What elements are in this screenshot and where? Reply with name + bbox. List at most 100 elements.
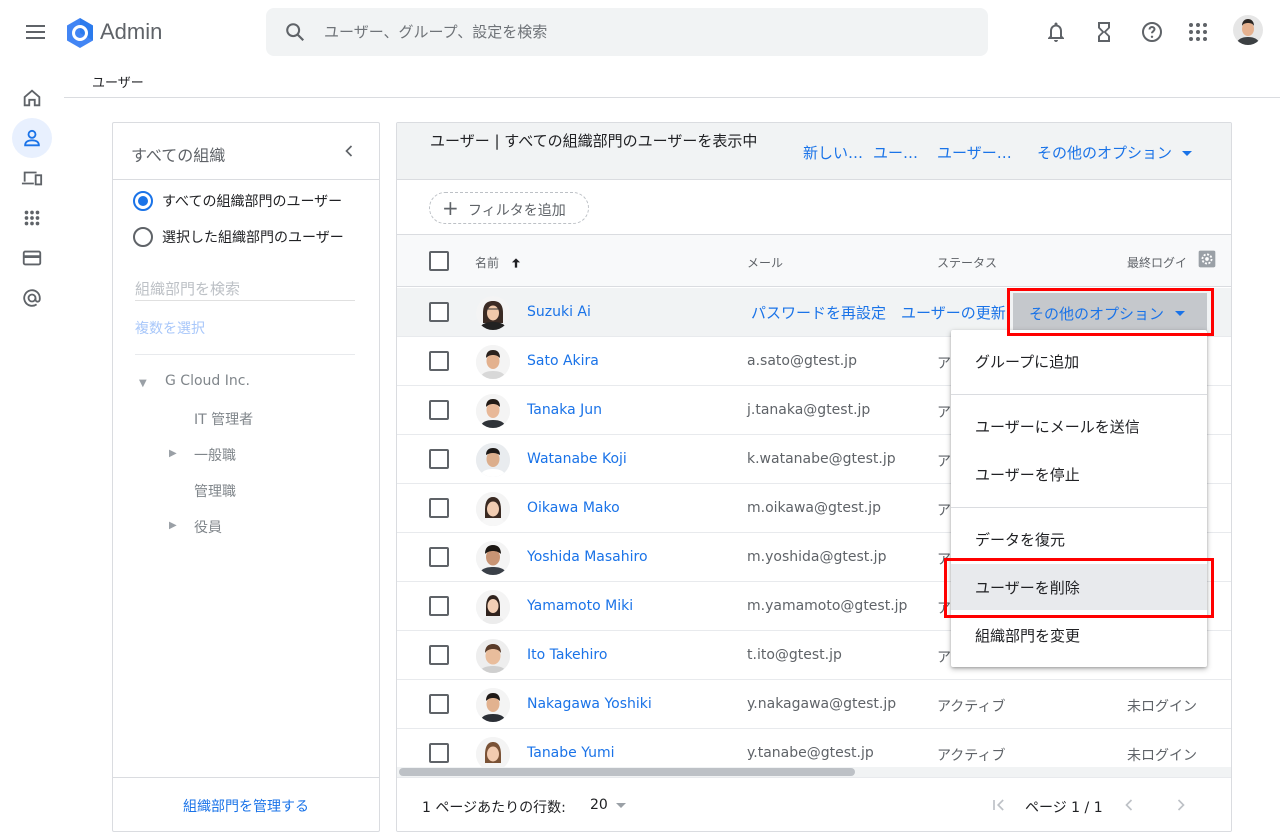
- user-name-link[interactable]: Watanabe Koji: [527, 451, 627, 467]
- rail-domains[interactable]: [12, 278, 52, 318]
- app-title: Admin: [100, 19, 163, 44]
- user-status: ア: [937, 356, 951, 372]
- org-panel-title: すべての組織: [131, 146, 226, 165]
- select-all-checkbox[interactable]: [429, 251, 449, 271]
- column-header-email[interactable]: メール: [747, 254, 783, 271]
- rail-users[interactable]: [12, 118, 52, 158]
- search-input[interactable]: [324, 8, 964, 56]
- row-checkbox[interactable]: [429, 498, 449, 518]
- header-more-options-button[interactable]: その他のオプション: [1037, 142, 1193, 163]
- caret-down-icon: [615, 802, 626, 808]
- menu-divider: [951, 394, 1207, 395]
- add-new-user-button[interactable]: 新しい…: [803, 142, 863, 163]
- user-name-link[interactable]: Tanaka Jun: [527, 402, 602, 418]
- rail-apps[interactable]: [12, 198, 52, 238]
- download-users-button[interactable]: ユーザー…: [937, 142, 1012, 163]
- add-filter-button[interactable]: + フィルタを追加: [429, 192, 589, 224]
- row-checkbox[interactable]: [429, 351, 449, 371]
- first-page-icon[interactable]: [989, 795, 1009, 815]
- menu-item-label: ユーザーを削除: [975, 579, 1080, 597]
- row-checkbox[interactable]: [429, 645, 449, 665]
- devices-icon: [21, 171, 43, 186]
- help-icon[interactable]: [1140, 20, 1164, 44]
- radio-button[interactable]: [133, 227, 153, 247]
- account-avatar[interactable]: [1233, 15, 1263, 45]
- user-name-link[interactable]: Yamamoto Miki: [527, 598, 633, 614]
- scrollbar-thumb[interactable]: [399, 768, 855, 776]
- column-header-name[interactable]: 名前: [475, 254, 523, 271]
- user-name-link[interactable]: Oikawa Mako: [527, 500, 620, 516]
- radio-all-org-users[interactable]: すべての組織部門のユーザー: [133, 191, 342, 211]
- expand-right-icon[interactable]: ▶: [169, 520, 177, 531]
- breadcrumb: ユーザー: [92, 76, 144, 91]
- column-settings-gear-icon[interactable]: [1197, 249, 1217, 269]
- notifications-bell-icon[interactable]: [1044, 20, 1068, 44]
- tree-node-general[interactable]: 一般職: [194, 445, 236, 465]
- divider: [64, 97, 1280, 98]
- row-checkbox[interactable]: [429, 743, 449, 763]
- radio-selected-org-users[interactable]: 選択した組織部門のユーザー: [133, 227, 344, 247]
- next-page-icon[interactable]: [1171, 795, 1191, 815]
- hourglass-tasks-icon[interactable]: [1092, 20, 1116, 44]
- row-checkbox[interactable]: [429, 596, 449, 616]
- user-avatar: [476, 394, 510, 428]
- expand-right-icon[interactable]: ▶: [169, 448, 177, 459]
- previous-page-icon[interactable]: [1119, 795, 1139, 815]
- menu-item-suspend-user[interactable]: ユーザーを停止: [951, 451, 1207, 497]
- bulk-update-users-button[interactable]: ユー…: [873, 142, 918, 163]
- user-avatar: [476, 296, 510, 330]
- multi-select-link[interactable]: 複数を選択: [135, 318, 205, 338]
- row-checkbox[interactable]: [429, 547, 449, 567]
- user-status: アクティブ: [937, 699, 1006, 715]
- user-email: m.yoshida@gtest.jp: [747, 549, 887, 565]
- menu-item-delete-user[interactable]: ユーザーを削除: [951, 564, 1207, 610]
- org-panel-footer: 組織部門を管理する: [113, 777, 379, 832]
- row-checkbox[interactable]: [429, 694, 449, 714]
- user-name-link[interactable]: Ito Takehiro: [527, 647, 607, 663]
- column-header-last-login[interactable]: 最終ログイ: [1127, 254, 1187, 271]
- rows-per-page-select[interactable]: 20: [590, 797, 626, 813]
- menu-item-change-org-unit[interactable]: 組織部門を変更: [951, 612, 1207, 658]
- reset-password-button[interactable]: パスワードを再設定: [751, 302, 886, 323]
- user-name-link[interactable]: Suzuki Ai: [527, 304, 591, 320]
- menu-item-label: データを復元: [975, 531, 1066, 549]
- main-menu-button[interactable]: [20, 18, 52, 46]
- user-name-link[interactable]: Yoshida Masahiro: [527, 549, 648, 565]
- apps-grid-icon[interactable]: [1186, 20, 1210, 44]
- chevron-left-icon[interactable]: [339, 141, 359, 161]
- menu-item-restore-data[interactable]: データを復元: [951, 516, 1207, 562]
- tree-node-executive[interactable]: 役員: [194, 517, 222, 537]
- manage-org-units-link[interactable]: 組織部門を管理する: [113, 796, 379, 816]
- update-user-button[interactable]: ユーザーの更新: [901, 302, 1006, 323]
- tree-node-root[interactable]: G Cloud Inc.: [165, 373, 250, 389]
- user-email: k.watanabe@gtest.jp: [747, 451, 896, 467]
- user-name-link[interactable]: Tanabe Yumi: [527, 745, 615, 761]
- row-more-options-button[interactable]: その他のオプション: [1013, 293, 1207, 333]
- user-avatar: [476, 492, 510, 526]
- horizontal-scrollbar[interactable]: [397, 767, 1231, 777]
- search-bar[interactable]: [266, 8, 988, 56]
- rail-home[interactable]: [12, 78, 52, 118]
- menu-item-label: 組織部門を変更: [975, 627, 1081, 645]
- rail-devices[interactable]: [12, 158, 52, 198]
- row-checkbox[interactable]: [429, 449, 449, 469]
- expand-down-icon[interactable]: ▼: [139, 378, 147, 389]
- user-avatar: [476, 688, 510, 722]
- user-name-link[interactable]: Sato Akira: [527, 353, 599, 369]
- row-checkbox[interactable]: [429, 302, 449, 322]
- menu-item-label: ユーザーにメールを送信: [975, 418, 1140, 436]
- rail-billing[interactable]: [12, 238, 52, 278]
- menu-item-send-email[interactable]: ユーザーにメールを送信: [951, 403, 1207, 449]
- radio-button-checked[interactable]: [133, 191, 153, 211]
- tree-node-manager[interactable]: 管理職: [194, 481, 236, 501]
- tree-node-it-admin[interactable]: IT 管理者: [194, 409, 253, 429]
- org-unit-search-input[interactable]: [135, 277, 355, 301]
- user-avatar: [476, 639, 510, 673]
- row-checkbox[interactable]: [429, 400, 449, 420]
- menu-item-add-to-group[interactable]: グループに追加: [951, 338, 1207, 384]
- user-name-link[interactable]: Nakagawa Yoshiki: [527, 696, 652, 712]
- menu-item-label: グループに追加: [975, 353, 1080, 371]
- column-header-status[interactable]: ステータス: [937, 254, 997, 271]
- table-row[interactable]: Nakagawa Yoshiki y.nakagawa@gtest.jp アクテ…: [397, 680, 1231, 729]
- search-icon[interactable]: [284, 21, 306, 43]
